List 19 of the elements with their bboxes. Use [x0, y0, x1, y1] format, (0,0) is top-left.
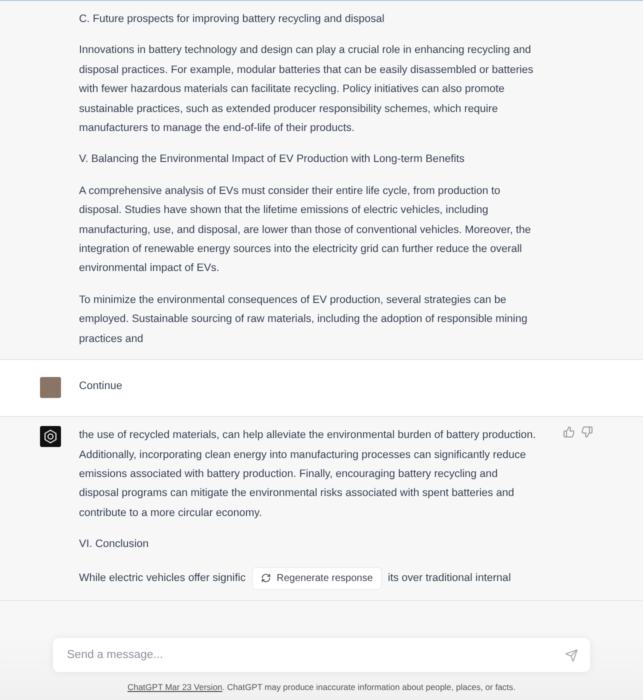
thumbs-up-icon[interactable] — [563, 426, 575, 438]
message-text: C. Future prospects for improving battery recycling and disposal — [79, 12, 386, 27]
message-field[interactable]: Send a message... — [53, 638, 590, 672]
thumbs-down-icon[interactable] — [581, 426, 593, 438]
message-text: VI. Conclusion — [79, 537, 150, 552]
regenerate-button[interactable]: Regenerate response — [252, 566, 382, 590]
send-icon[interactable] — [565, 648, 578, 662]
message-text: A comprehensive analysis of EVs must consider their entire life cycle, from production to disposal. Studies have shown that the lifetime emissions of electric vehicles, including manufacturing, use, and disposal, are lower than those of conventional vehicles. Moreover, the integration of renewable energy sources into the electricity grid can further reduce the overall environmental impact of EVs. — [79, 184, 532, 276]
avatar-photo-placeholder — [40, 377, 61, 398]
message-text: Continue — [79, 379, 124, 394]
message-text: While electric vehicles offer signific — [79, 572, 246, 584]
message-text: Innovations in battery technology and design can play a crucial role in enhancing recycling and disposal practices. For example, modular batteries that can be easily disassembled or batteries with fewer hazardous materials can facilitate recycling. Policy initiatives can also promote sustainable practices, such as extended producer responsibility schemes, which require manufacturers to manage the end-of-life of their products. — [79, 43, 534, 136]
message-text: V. Balancing the Environmental Impact of EV Production with Long-term Benefits — [79, 152, 466, 168]
message-text: To minimize the environmental consequences of EV production, several strategies can be employed. Sustainable sourcing of raw materials, including the adoption of responsible mining practices and — [79, 292, 528, 347]
disclaimer-text: ChatGPT Mar 23 Version. ChatGPT may produce inaccurate information about people, places, or facts. — [127, 682, 516, 692]
message-text: the use of recycled materials, can help alleviate the environmental burden of battery production. Additionally, incorporating clean energy into manufacturing processes can significantly reduce emissions associated with battery production. Finally, encouraging battery recycling and disposal programs can mitigate the environmental risks associated with spent batteries and contribute to a more circular economy. — [79, 428, 537, 521]
version-link[interactable]: ChatGPT Mar 23 Version — [127, 682, 222, 692]
refresh-icon — [260, 573, 271, 584]
message-text: its over traditional internal — [388, 572, 511, 584]
